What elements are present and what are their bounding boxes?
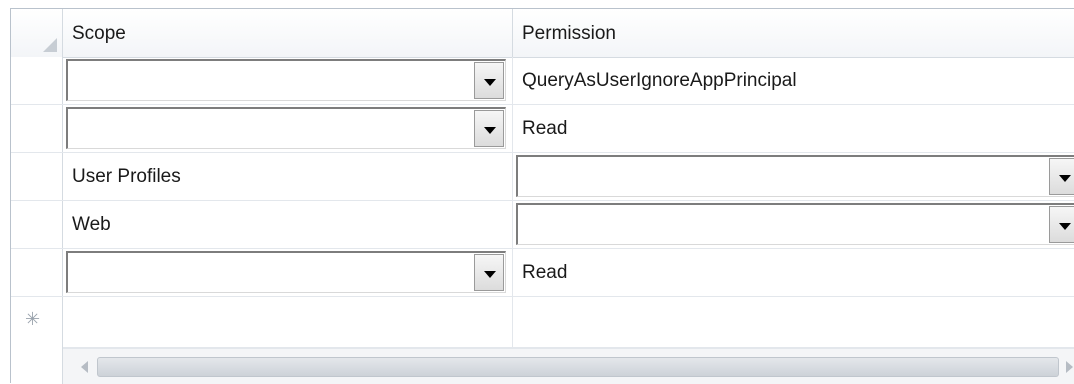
row-header[interactable] bbox=[11, 57, 63, 104]
new-row: ✳ bbox=[11, 297, 1074, 348]
table-row: User Profiles bbox=[11, 153, 1074, 201]
permission-cell[interactable]: Read bbox=[513, 105, 1074, 152]
permission-cell[interactable]: QueryAsUserIgnoreAppPrincipal bbox=[513, 57, 1074, 104]
permission-cell[interactable] bbox=[513, 201, 1074, 248]
table-row: Web bbox=[11, 201, 1074, 249]
permission-combobox[interactable] bbox=[516, 155, 1074, 197]
permission-cell[interactable] bbox=[513, 297, 1074, 348]
scroll-right-arrow-icon[interactable] bbox=[1066, 361, 1073, 373]
permission-cell[interactable]: Read bbox=[513, 249, 1074, 296]
permission-combobox[interactable] bbox=[516, 203, 1074, 245]
chevron-down-icon[interactable] bbox=[474, 254, 504, 291]
row-header[interactable] bbox=[11, 249, 63, 296]
row-header[interactable] bbox=[11, 201, 63, 248]
column-header-scope[interactable]: Scope bbox=[63, 9, 513, 57]
grid-header: Scope Permission bbox=[11, 9, 1074, 58]
chevron-down-icon[interactable] bbox=[1049, 158, 1074, 195]
permission-cell[interactable] bbox=[513, 153, 1074, 200]
scope-cell[interactable] bbox=[63, 249, 513, 296]
chevron-down-icon[interactable] bbox=[474, 62, 504, 99]
scope-cell[interactable] bbox=[63, 297, 513, 348]
chevron-down-icon[interactable] bbox=[1049, 206, 1074, 243]
scrollbar-corner bbox=[11, 348, 63, 384]
chevron-down-icon[interactable] bbox=[474, 110, 504, 147]
table-row: QueryAsUserIgnoreAppPrincipal bbox=[11, 57, 1074, 105]
row-header[interactable] bbox=[11, 105, 63, 152]
scrollbar-thumb[interactable] bbox=[97, 357, 1059, 377]
select-all-triangle-icon bbox=[43, 38, 57, 52]
horizontal-scrollbar[interactable] bbox=[63, 348, 1074, 384]
row-header[interactable] bbox=[11, 153, 63, 200]
table-row: Read bbox=[11, 249, 1074, 297]
scope-combobox[interactable] bbox=[66, 107, 506, 149]
new-row-asterisk-icon: ✳ bbox=[25, 309, 41, 329]
table-row: Read bbox=[11, 105, 1074, 153]
scope-cell[interactable]: Web bbox=[63, 201, 513, 248]
scope-combobox[interactable] bbox=[66, 251, 506, 293]
select-all-corner[interactable] bbox=[11, 9, 63, 57]
scope-cell[interactable] bbox=[63, 57, 513, 104]
scope-cell[interactable]: User Profiles bbox=[63, 153, 513, 200]
scope-cell[interactable] bbox=[63, 105, 513, 152]
column-header-permission[interactable]: Permission bbox=[513, 9, 1074, 57]
row-header[interactable]: ✳ bbox=[11, 297, 63, 348]
scope-combobox[interactable] bbox=[66, 59, 506, 101]
permissions-grid: Scope Permission QueryAsUserIgnoreAppPri… bbox=[10, 8, 1074, 384]
scroll-left-arrow-icon[interactable] bbox=[81, 361, 88, 373]
